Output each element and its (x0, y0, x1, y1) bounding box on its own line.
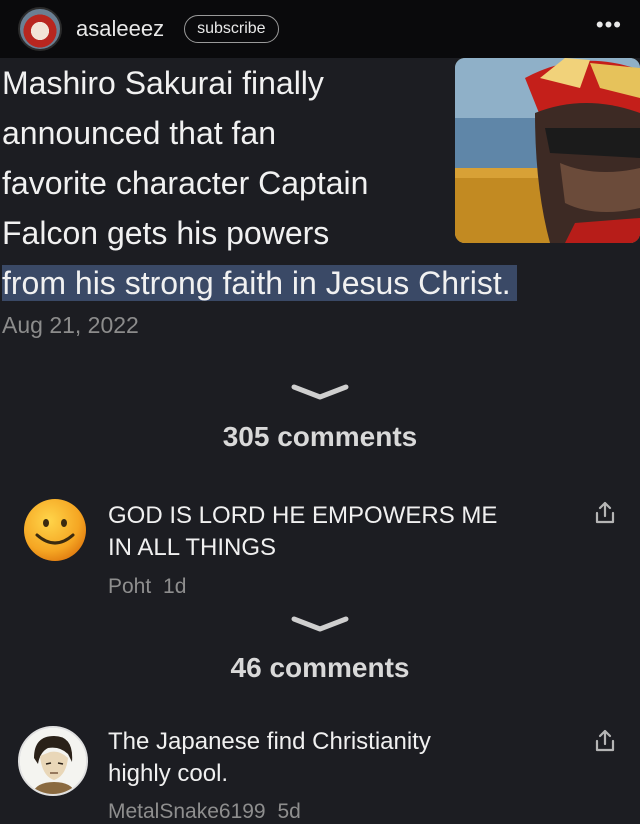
username[interactable]: asaleeez (76, 16, 164, 42)
avatar[interactable] (18, 7, 62, 51)
more-options-icon[interactable]: ••• (596, 12, 622, 38)
comment-line: IN ALL THINGS (108, 534, 277, 561)
comment-line: highly cool. (108, 760, 229, 787)
smiley-avatar-icon[interactable] (22, 497, 88, 563)
chevron-down-icon[interactable] (290, 615, 350, 635)
comment-line: The Japanese find Christianity (108, 728, 431, 755)
comment-text: GOD IS LORD HE EMPOWERS ME IN ALL THINGS (108, 500, 568, 564)
top-bar: asaleeez subscribe ••• (0, 0, 640, 58)
comment-meta: MetalSnake6199 5d (108, 800, 301, 824)
subscribe-button[interactable]: subscribe (184, 15, 279, 43)
comment-author[interactable]: MetalSnake6199 (108, 800, 266, 823)
post-line-highlighted: from his strong faith in Jesus Christ. (2, 265, 517, 301)
comment-meta: Poht 1d (108, 575, 186, 599)
chevron-down-icon[interactable] (290, 383, 350, 403)
share-icon[interactable] (592, 500, 618, 526)
comment-line: GOD IS LORD HE EMPOWERS ME (108, 502, 498, 529)
comment-author[interactable]: Poht (108, 575, 151, 598)
comments-count[interactable]: 305 comments (0, 421, 640, 453)
comments-count[interactable]: 46 comments (0, 652, 640, 684)
post-thumbnail-image[interactable] (455, 58, 640, 243)
avatar[interactable] (18, 726, 88, 796)
comment-text: The Japanese find Christianity highly co… (108, 726, 568, 790)
share-icon[interactable] (592, 728, 618, 754)
comment-age: 5d (277, 800, 301, 823)
comment-age: 1d (163, 575, 187, 598)
post-date: Aug 21, 2022 (2, 312, 139, 338)
